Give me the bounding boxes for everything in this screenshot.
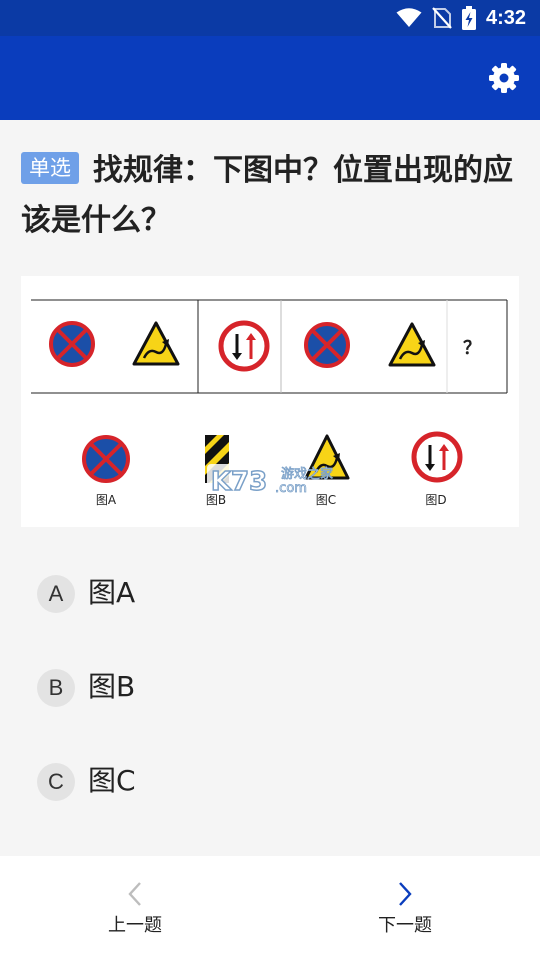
- status-bar: 4:32: [0, 0, 540, 36]
- no-parking-sign-icon: [304, 322, 350, 368]
- option-b-letter: B: [37, 669, 75, 707]
- svg-text:游戏之家: 游戏之家: [281, 466, 333, 482]
- option-c-text: 图C: [88, 764, 136, 797]
- option-a-text: 图A: [88, 576, 136, 609]
- question: 单选 找规律：下图中？位置出现的应该是什么？: [21, 146, 521, 246]
- question-text: 找规律：下图中？位置出现的应该是什么？: [21, 153, 513, 238]
- candidate-d-label: 图D: [425, 493, 446, 507]
- status-icons: 4:32: [396, 0, 526, 36]
- puzzle-image: ？ K73 游戏之家 .com 图A 图B 图C 图D: [31, 299, 508, 507]
- question-figure: ？ K73 游戏之家 .com 图A 图B 图C 图D: [21, 276, 519, 527]
- prev-question-label: 上一题: [108, 915, 162, 936]
- settings-button[interactable]: [486, 60, 522, 96]
- next-question-button[interactable]: 下一题: [305, 856, 505, 960]
- candidate-d-sign-icon: [411, 431, 463, 483]
- bottom-nav: 上一题 下一题: [0, 856, 540, 960]
- question-type-badge: 单选: [21, 152, 79, 184]
- option-b-text: 图B: [88, 670, 136, 703]
- winding-road-sign-icon: [132, 321, 180, 366]
- option-b[interactable]: B 图B: [0, 651, 540, 725]
- wifi-icon: [396, 8, 422, 27]
- candidate-c-label: 图C: [316, 493, 336, 507]
- candidate-b-label: 图B: [206, 493, 226, 507]
- sequence-question-mark: ？: [463, 338, 481, 359]
- candidate-a-label: 图A: [96, 493, 117, 507]
- gear-icon: [489, 63, 519, 93]
- chevron-right-icon: [399, 882, 412, 906]
- status-time: 4:32: [485, 6, 526, 29]
- winding-road-sign-icon: [388, 322, 436, 367]
- two-way-priority-sign-icon: [218, 320, 270, 372]
- no-sim-icon: [432, 7, 452, 29]
- candidate-a-sign-icon: [82, 435, 130, 483]
- chevron-left-icon: [128, 882, 141, 906]
- prev-question-button[interactable]: 上一题: [35, 856, 235, 960]
- battery-charging-icon: [461, 6, 476, 30]
- option-a[interactable]: A 图A: [0, 557, 540, 631]
- svg-text:.com: .com: [275, 481, 307, 496]
- no-parking-sign-icon: [49, 321, 95, 367]
- next-question-label: 下一题: [378, 915, 432, 936]
- option-a-letter: A: [37, 575, 75, 613]
- option-c-letter: C: [37, 763, 75, 801]
- app-bar: [0, 36, 540, 120]
- option-c[interactable]: C 图C: [0, 745, 540, 819]
